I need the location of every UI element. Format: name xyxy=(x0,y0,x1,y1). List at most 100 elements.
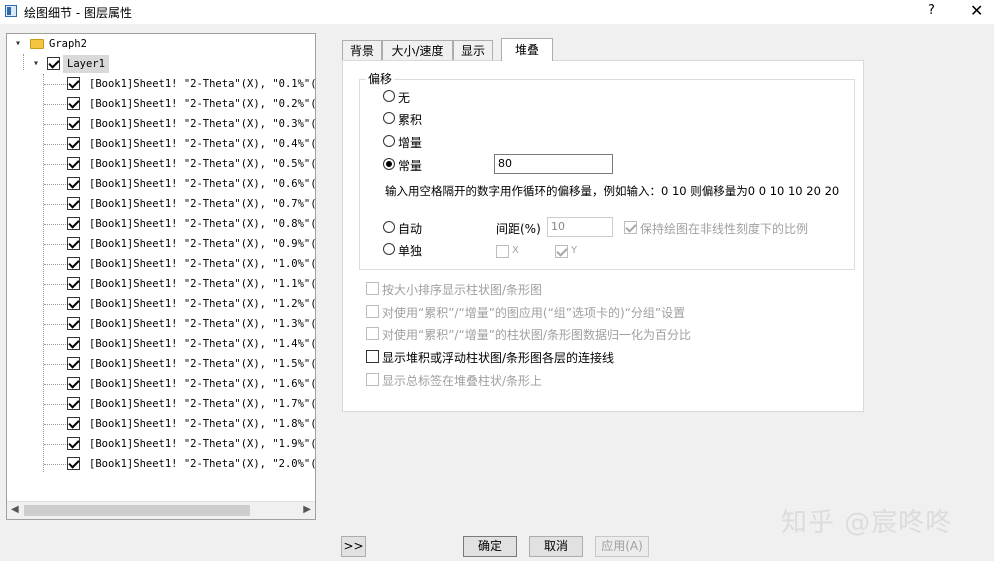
tree-connector xyxy=(44,304,66,305)
help-button[interactable]: ? xyxy=(928,3,935,18)
radio-cumulative[interactable] xyxy=(383,112,395,124)
title-bar: 绘图细节 - 图层属性 ? ✕ xyxy=(0,0,994,24)
ok-button[interactable]: 确定 xyxy=(463,536,517,557)
app-icon xyxy=(5,5,17,17)
chevron-down-icon[interactable]: ▾ xyxy=(33,54,39,74)
tree-connector xyxy=(44,364,66,365)
tree-connector xyxy=(44,204,66,205)
layer-checkbox[interactable] xyxy=(47,57,60,70)
tree-connector xyxy=(44,344,66,345)
tree-item-checkbox[interactable] xyxy=(67,237,80,250)
radio-individual-label: 单独 xyxy=(398,244,423,258)
tree-item-checkbox[interactable] xyxy=(67,337,80,350)
close-button[interactable]: ✕ xyxy=(970,1,983,20)
radio-none-label: 无 xyxy=(398,91,411,105)
radio-constant-label: 常量 xyxy=(398,159,423,173)
expand-button[interactable]: >> xyxy=(341,536,366,557)
tree-item-checkbox[interactable] xyxy=(67,217,80,230)
tab-display[interactable]: 显示 xyxy=(453,40,493,60)
tree-item-label: [Book1]Sheet1! "2-Theta"(X), "0.7%"(Y) xyxy=(89,198,316,210)
radio-individual[interactable] xyxy=(383,243,395,255)
tree-item-label: [Book1]Sheet1! "2-Theta"(X), "0.9%"(Y) xyxy=(89,238,316,250)
tree-connector xyxy=(44,404,66,405)
tree-item-label: [Book1]Sheet1! "2-Theta"(X), "1.0%"(Y) xyxy=(89,258,316,270)
tree-item-checkbox[interactable] xyxy=(67,357,80,370)
tab-stacking[interactable]: 堆叠 xyxy=(501,38,553,61)
tree-item-label: [Book1]Sheet1! "2-Theta"(X), "1.1%"(Y) xyxy=(89,278,316,290)
radio-auto-label: 自动 xyxy=(398,222,423,236)
radio-none[interactable] xyxy=(383,90,395,102)
scroll-right-icon[interactable]: ▶ xyxy=(303,504,311,515)
cancel-button[interactable]: 取消 xyxy=(529,536,583,557)
radio-incremental[interactable] xyxy=(383,135,395,147)
tree-connector xyxy=(44,104,66,105)
tree-item-label: [Book1]Sheet1! "2-Theta"(X), "2.0%"(Y) xyxy=(89,458,316,470)
tree-item-checkbox[interactable] xyxy=(67,417,80,430)
tree-item-label: [Book1]Sheet1! "2-Theta"(X), "0.8%"(Y) xyxy=(89,218,316,230)
tree-item-checkbox[interactable] xyxy=(67,297,80,310)
tree-item-label: [Book1]Sheet1! "2-Theta"(X), "1.6%"(Y) xyxy=(89,378,316,390)
tab-size-speed[interactable]: 大小/速度 xyxy=(382,40,453,60)
tree-item-label: [Book1]Sheet1! "2-Theta"(X), "0.2%"(Y) xyxy=(89,98,316,110)
normalize-checkbox[interactable] xyxy=(366,327,379,340)
plot-tree[interactable]: ▾ Graph2 ▾ Layer1 [Book1]Sheet1! "2-Thet… xyxy=(6,33,316,520)
tree-connector xyxy=(23,54,24,70)
tree-connector xyxy=(44,224,66,225)
tree-root-label: Graph2 xyxy=(49,38,87,50)
tree-item-label: [Book1]Sheet1! "2-Theta"(X), "0.3%"(Y) xyxy=(89,118,316,130)
tree-item-label: [Book1]Sheet1! "2-Theta"(X), "1.7%"(Y) xyxy=(89,398,316,410)
tree-connector xyxy=(44,244,66,245)
gap-input[interactable]: 10 xyxy=(547,217,613,237)
normalize-label: 对使用“累积”/“增量”的柱状图/条形图数据归一化为百分比 xyxy=(382,328,691,342)
radio-auto[interactable] xyxy=(383,221,395,233)
x-checkbox[interactable] xyxy=(496,245,509,258)
sort-bars-checkbox[interactable] xyxy=(366,282,379,295)
scroll-left-icon[interactable]: ◀ xyxy=(11,504,19,515)
tree-item-checkbox[interactable] xyxy=(67,117,80,130)
tree-horizontal-scrollbar[interactable]: ◀ ▶ xyxy=(7,501,315,519)
tree-item-checkbox[interactable] xyxy=(67,377,80,390)
tree-item-checkbox[interactable] xyxy=(67,177,80,190)
tree-item-checkbox[interactable] xyxy=(67,457,80,470)
tree-item-checkbox[interactable] xyxy=(67,77,80,90)
tree-connector xyxy=(44,124,66,125)
tree-connector xyxy=(44,284,66,285)
tree-connector xyxy=(44,424,66,425)
tree-item-checkbox[interactable] xyxy=(67,137,80,150)
tree-layer-label: Layer1 xyxy=(63,55,109,73)
tree-item-checkbox[interactable] xyxy=(67,437,80,450)
tree-item-checkbox[interactable] xyxy=(67,97,80,110)
radio-cumulative-label: 累积 xyxy=(398,113,423,127)
radio-constant[interactable] xyxy=(383,158,395,170)
tree-item-checkbox[interactable] xyxy=(67,397,80,410)
tree-item-checkbox[interactable] xyxy=(67,197,80,210)
tree-connector xyxy=(44,84,66,85)
apply-group-checkbox[interactable] xyxy=(366,305,379,318)
tree-connector xyxy=(44,444,66,445)
show-total-checkbox[interactable] xyxy=(366,373,379,386)
tree-connector xyxy=(44,184,66,185)
window-title: 绘图细节 - 图层属性 xyxy=(24,6,132,20)
tree-item-label: [Book1]Sheet1! "2-Theta"(X), "1.2%"(Y) xyxy=(89,298,316,310)
keep-ratio-checkbox[interactable] xyxy=(624,221,637,234)
show-lines-checkbox[interactable] xyxy=(366,350,379,363)
tree-item-checkbox[interactable] xyxy=(67,157,80,170)
tree-item-label: [Book1]Sheet1! "2-Theta"(X), "1.8%"(Y) xyxy=(89,418,316,430)
apply-group-label: 对使用“累积”/“增量”的图应用(“组”选项卡的)“分组”设置 xyxy=(382,306,686,320)
offset-group-label: 偏移 xyxy=(366,70,395,87)
keep-ratio-label: 保持绘图在非线性刻度下的比例 xyxy=(640,222,809,236)
offset-hint: 输入用空格隔开的数字用作循环的偏移量，例如输入：0 10 则偏移量为0 0 10… xyxy=(385,184,840,198)
tree-connector xyxy=(44,144,66,145)
tree-item-checkbox[interactable] xyxy=(67,257,80,270)
sort-bars-label: 按大小排序显示柱状图/条形图 xyxy=(382,283,543,297)
chevron-down-icon[interactable]: ▾ xyxy=(15,34,21,54)
tab-background[interactable]: 背景 xyxy=(342,40,382,60)
tree-item-checkbox[interactable] xyxy=(67,277,80,290)
scrollbar-thumb[interactable] xyxy=(24,505,250,516)
tree-item-checkbox[interactable] xyxy=(67,317,80,330)
watermark: 知乎 @宸咚咚 xyxy=(781,508,953,538)
apply-button[interactable]: 应用(A) xyxy=(595,536,649,557)
tree-item-label: [Book1]Sheet1! "2-Theta"(X), "0.5%"(Y) xyxy=(89,158,316,170)
y-checkbox[interactable] xyxy=(555,245,568,258)
constant-offset-input[interactable]: 80 xyxy=(494,154,613,174)
